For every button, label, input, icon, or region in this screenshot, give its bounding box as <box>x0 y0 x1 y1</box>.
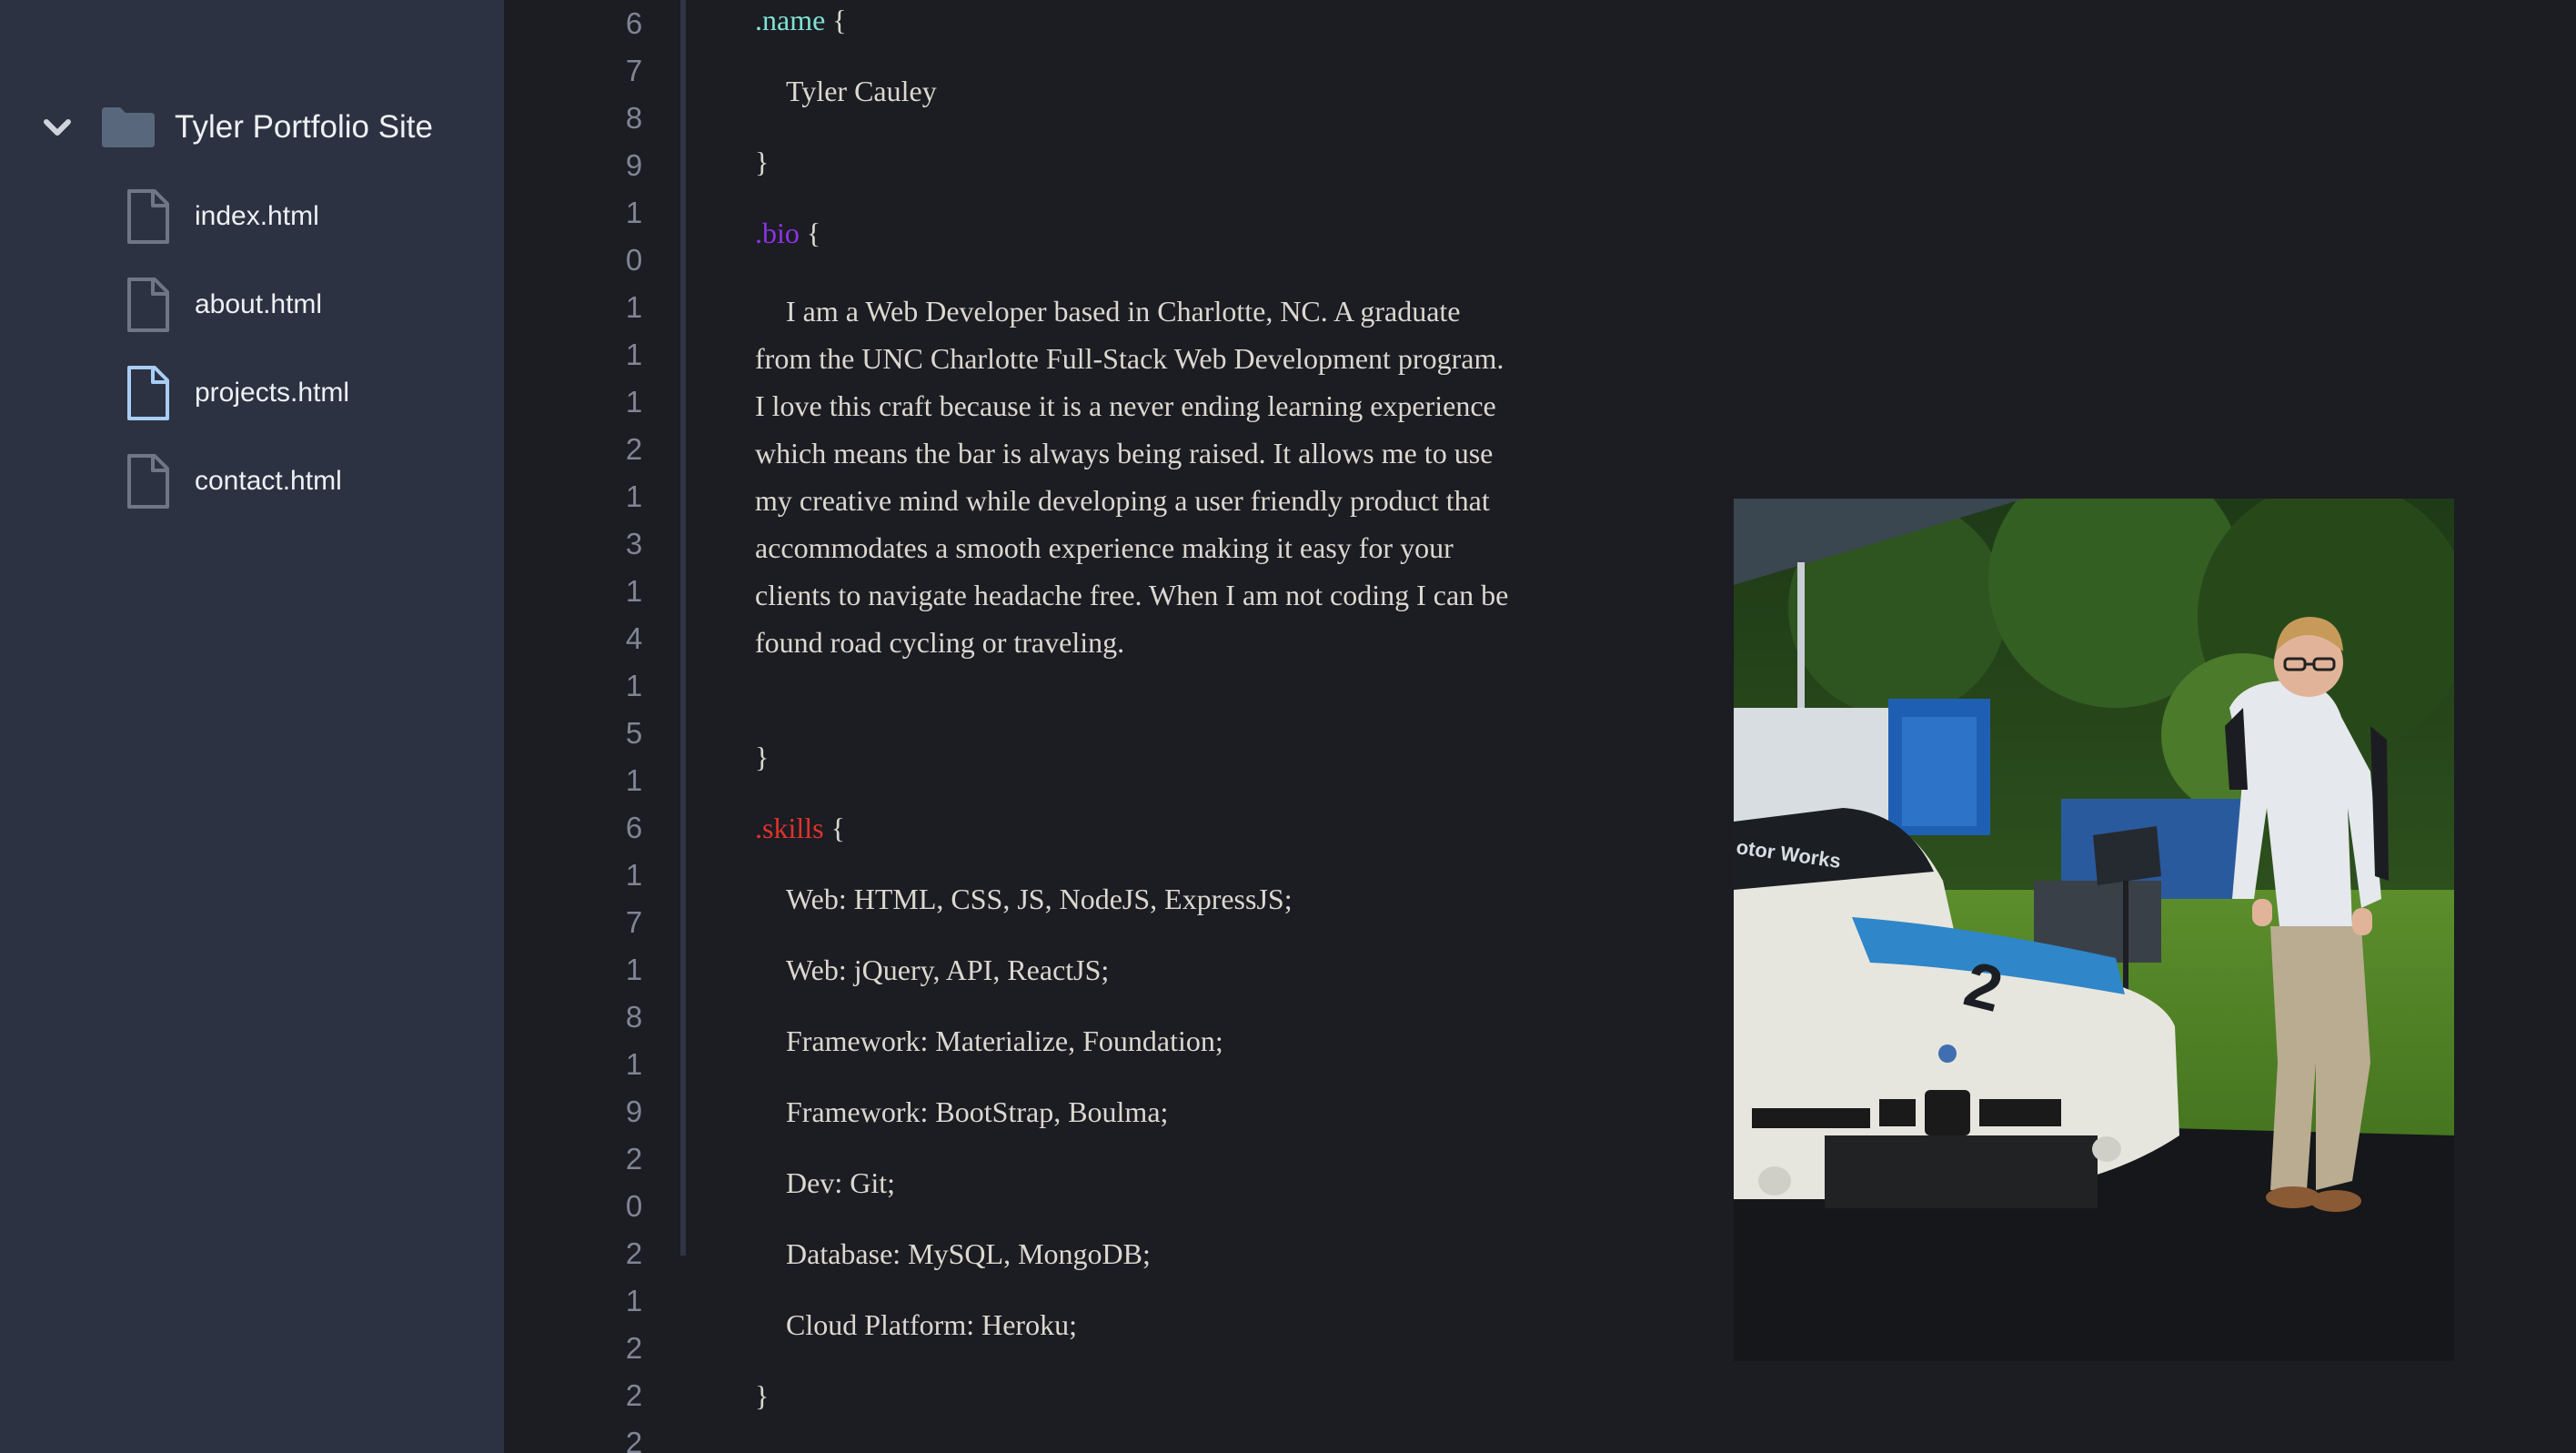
bio-paragraph: I am a Web Developer based in Charlotte,… <box>755 295 1509 659</box>
line-number: 7 <box>625 54 643 87</box>
selector-bio: .bio <box>755 217 800 249</box>
skill-line: Dev: Git; <box>786 1166 895 1199</box>
file-explorer-sidebar: Tyler Portfolio Site index.html about.ht… <box>0 0 504 1453</box>
line-number: 5 <box>625 716 643 750</box>
skill-line: Web: jQuery, API, ReactJS; <box>786 954 1110 986</box>
line-number: 1 <box>625 1284 643 1317</box>
brace-open: { <box>830 812 845 844</box>
line-number: 2 <box>625 1142 643 1176</box>
skill-line: Framework: BootStrap, Boulma; <box>786 1095 1169 1128</box>
profile-photo: otor Works 2 <box>1734 499 2454 1361</box>
line-number: 1 <box>625 290 643 324</box>
line-number: 6 <box>625 811 643 844</box>
line-number: 6 <box>625 6 643 40</box>
file-item-contact[interactable]: contact.html <box>126 449 342 514</box>
line-number: 1 <box>625 953 643 986</box>
folder-icon <box>102 107 155 147</box>
line-number: 2 <box>625 1378 643 1412</box>
line-number: 1 <box>625 763 643 797</box>
line-number: 8 <box>625 101 643 135</box>
line-number: 9 <box>625 1095 643 1128</box>
line-number: 2 <box>625 432 643 466</box>
file-label: contact.html <box>195 466 342 496</box>
profile-photo-illustration: otor Works 2 <box>1734 499 2454 1361</box>
line-number: 9 <box>625 148 643 182</box>
skill-line: Cloud Platform: Heroku; <box>786 1308 1077 1341</box>
code-line-bio-selector: .bio { <box>755 217 820 250</box>
line-number: 7 <box>625 905 643 939</box>
line-number: 3 <box>625 527 643 560</box>
line-number: 1 <box>625 338 643 371</box>
line-number: 1 <box>625 385 643 419</box>
selector-skills: .skills <box>755 812 824 844</box>
line-number: 2 <box>625 1331 643 1365</box>
line-number-gutter: 6789101112131415161718192021222 <box>504 0 686 1453</box>
file-label: projects.html <box>195 378 350 408</box>
file-icon <box>127 454 169 509</box>
line-number: 2 <box>625 1426 643 1453</box>
line-number: 0 <box>625 243 643 277</box>
line-number: 1 <box>625 858 643 892</box>
skill-line: Web: HTML, CSS, JS, NodeJS, ExpressJS; <box>786 883 1293 915</box>
line-number: 1 <box>625 669 643 702</box>
file-icon <box>127 189 169 244</box>
brace-open: { <box>806 217 821 249</box>
selector-name: .name <box>755 4 826 36</box>
line-number: 2 <box>625 1236 643 1270</box>
brace-close: } <box>755 741 770 773</box>
file-item-index[interactable]: index.html <box>126 184 319 249</box>
line-number: 1 <box>625 196 643 229</box>
file-item-about[interactable]: about.html <box>126 272 322 338</box>
line-number: 4 <box>625 621 643 655</box>
folder-tyler-portfolio-site[interactable]: Tyler Portfolio Site <box>42 95 433 160</box>
line-number: 8 <box>625 1000 643 1034</box>
line-number: 0 <box>625 1189 643 1223</box>
folder-label: Tyler Portfolio Site <box>175 109 433 145</box>
file-icon <box>127 277 169 332</box>
line-number: 1 <box>625 574 643 608</box>
skill-line: Database: MySQL, MongoDB; <box>786 1237 1151 1270</box>
file-label: index.html <box>195 201 319 231</box>
code-line-name-value: Tyler Cauley <box>786 75 937 107</box>
skill-line: Framework: Materialize, Foundation; <box>786 1024 1223 1057</box>
brace-close: } <box>755 146 770 178</box>
chevron-down-icon[interactable] <box>42 112 73 143</box>
code-line-skills-selector: .skills { <box>755 812 845 845</box>
brace-open: { <box>832 4 847 36</box>
line-number: 1 <box>625 479 643 513</box>
brace-close: } <box>755 1379 770 1412</box>
gutter-divider <box>680 0 686 1256</box>
line-number: 1 <box>625 1047 643 1081</box>
file-label: about.html <box>195 289 323 319</box>
file-icon-active <box>127 366 169 420</box>
code-line-name-selector: .name { <box>755 4 847 37</box>
file-item-projects[interactable]: projects.html <box>126 360 349 426</box>
